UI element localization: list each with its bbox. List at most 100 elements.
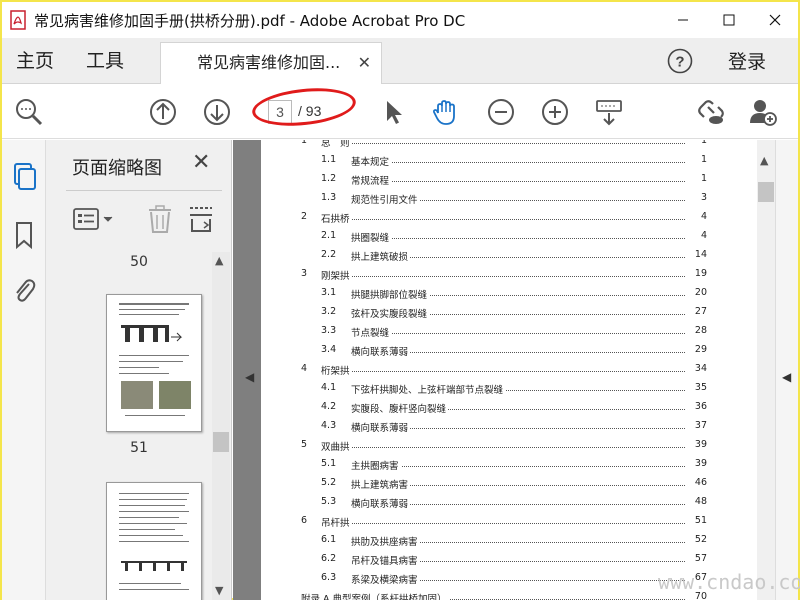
page-thumbnails-icon[interactable] bbox=[11, 162, 37, 192]
toc-entry[interactable]: 3.2 弦杆及实腹段裂缝 27 bbox=[261, 303, 757, 322]
hand-tool-icon[interactable] bbox=[430, 97, 460, 127]
toc-entry[interactable]: 5.3 横向联系薄弱 48 bbox=[261, 493, 757, 512]
toc-entry-page: 57 bbox=[685, 553, 707, 564]
toc-entry[interactable]: 1 总 则 1 bbox=[261, 140, 757, 151]
toc-entry[interactable]: 4.1 下弦杆拱脚处、上弦杆端部节点裂缝 35 bbox=[261, 379, 757, 398]
delete-page-icon[interactable] bbox=[146, 204, 174, 234]
navigation-rail bbox=[2, 140, 46, 600]
toc-entry[interactable]: 2.1 拱圈裂缝 4 bbox=[261, 227, 757, 246]
toc-leader-dots bbox=[351, 181, 693, 182]
next-page-icon[interactable] bbox=[202, 97, 232, 127]
tab-tools[interactable]: 工具 bbox=[86, 38, 124, 84]
toc-entry-title: 吊杆拱 bbox=[321, 515, 352, 529]
doc-scroll-up-arrow-icon[interactable]: ▲ bbox=[760, 154, 768, 167]
document-view[interactable]: ◀ 1总 则 1 1.1 基本规定 1 1.2 常规流程 1 1.3 规范性引用文件 3 2 石拱桥 4 2… bbox=[233, 140, 798, 600]
toc-entry-number: 3 bbox=[301, 268, 308, 279]
toc-entry-title: 刚架拱 bbox=[321, 268, 352, 282]
page-thumbnail-51[interactable] bbox=[106, 294, 202, 432]
toc-entry-page: 4 bbox=[685, 230, 707, 241]
scroll-down-arrow-icon[interactable]: ▼ bbox=[215, 584, 223, 597]
toc-entry[interactable]: 3 刚架拱 19 bbox=[261, 265, 757, 284]
bookmarks-icon[interactable] bbox=[11, 220, 37, 250]
thumbnails-scrollbar[interactable] bbox=[212, 252, 230, 600]
page-thumbnail-52[interactable] bbox=[106, 482, 202, 600]
select-cursor-icon[interactable] bbox=[378, 97, 408, 127]
close-icon[interactable] bbox=[752, 2, 798, 38]
toc-entry-page: 35 bbox=[685, 382, 707, 393]
toc-entry[interactable]: 3.1 拱腿拱脚部位裂缝 20 bbox=[261, 284, 757, 303]
toc-entry[interactable]: 1.3 规范性引用文件 3 bbox=[261, 189, 757, 208]
doc-scroll-thumb[interactable] bbox=[758, 182, 774, 202]
toc-entry[interactable]: 1.2 常规流程 1 bbox=[261, 170, 757, 189]
toc-entry-title: 横向联系薄弱 bbox=[351, 344, 411, 358]
toc-entry[interactable]: 2.2 拱上建筑破损 14 bbox=[261, 246, 757, 265]
toc-entry[interactable]: 4 桁架拱 34 bbox=[261, 360, 757, 379]
thumbnails-scroll-thumb[interactable] bbox=[213, 432, 229, 452]
login-button[interactable]: 登录 bbox=[728, 38, 766, 86]
close-tab-icon[interactable]: ✕ bbox=[358, 43, 371, 83]
toc-entry-number: 5 bbox=[301, 439, 308, 450]
toc-entry[interactable]: 4.3 横向联系薄弱 37 bbox=[261, 417, 757, 436]
extract-pages-icon[interactable] bbox=[186, 204, 216, 234]
toc-entry-number: 4.3 bbox=[321, 420, 337, 431]
toc-entry-number: 4 bbox=[301, 363, 308, 374]
toc-entry-page: 19 bbox=[685, 268, 707, 279]
toc-leader-dots bbox=[351, 238, 693, 239]
collapse-left-panel-icon[interactable]: ◀ bbox=[245, 370, 254, 384]
toc-entry-number: 3.1 bbox=[321, 287, 337, 298]
toc-entry-page: 1 bbox=[685, 154, 707, 165]
attachments-icon[interactable] bbox=[11, 276, 37, 306]
toc-entry-title: 拱圈裂缝 bbox=[351, 230, 392, 244]
tab-bar: 主页 工具 常见病害维修加固... ✕ ? 登录 bbox=[2, 38, 798, 84]
toc-entry-page: 34 bbox=[685, 363, 707, 374]
toc-entry[interactable]: 2 石拱桥 4 bbox=[261, 208, 757, 227]
zoom-search-icon[interactable] bbox=[14, 97, 44, 127]
toc-leader-dots bbox=[351, 333, 693, 334]
minimize-icon[interactable] bbox=[660, 2, 706, 38]
toc-entry[interactable]: 3.4 横向联系薄弱 29 bbox=[261, 341, 757, 360]
toc-entry-page: 36 bbox=[685, 401, 707, 412]
toc-leader-dots bbox=[321, 371, 693, 372]
toc-entry[interactable]: 1.1 基本规定 1 bbox=[261, 151, 757, 170]
zoom-in-icon[interactable] bbox=[540, 97, 570, 127]
pdf-page: 1总 则 1 1.1 基本规定 1 1.2 常规流程 1 1.3 规范性引用文件 3 2 石拱桥 4 2.1… bbox=[261, 140, 757, 600]
toc-entry[interactable]: 5.2 拱上建筑病害 46 bbox=[261, 474, 757, 493]
expand-right-panel-icon[interactable]: ◀ bbox=[782, 370, 791, 384]
toc-entry[interactable]: 6 吊杆拱 51 bbox=[261, 512, 757, 531]
share-link-icon[interactable] bbox=[696, 97, 726, 127]
add-user-icon[interactable] bbox=[748, 97, 778, 127]
toc-entry-page: 20 bbox=[685, 287, 707, 298]
page-highlight-annotation bbox=[250, 83, 358, 131]
tab-document[interactable]: 常见病害维修加固... ✕ bbox=[160, 42, 382, 84]
toc-entry-page: 51 bbox=[685, 515, 707, 526]
keyboard-scroll-icon[interactable] bbox=[594, 97, 624, 127]
help-icon[interactable]: ? bbox=[666, 47, 694, 75]
toc-leader-dots bbox=[351, 162, 693, 163]
toc-entry-number: 1.2 bbox=[321, 173, 337, 184]
toc-entry-title: 常规流程 bbox=[351, 173, 392, 187]
toc-entry[interactable]: 5.1 主拱圈病害 39 bbox=[261, 455, 757, 474]
toc-entry[interactable]: 4.2 实腹段、腹杆竖向裂缝 36 bbox=[261, 398, 757, 417]
toc-entry[interactable]: 5 双曲拱 39 bbox=[261, 436, 757, 455]
toc-entry[interactable]: 6.1 拱肋及拱座病害 52 bbox=[261, 531, 757, 550]
close-panel-icon[interactable]: ✕ bbox=[192, 150, 210, 175]
svg-text:?: ? bbox=[675, 54, 684, 71]
maximize-icon[interactable] bbox=[706, 2, 752, 38]
panel-title: 页面缩略图 bbox=[72, 158, 162, 179]
previous-page-icon[interactable] bbox=[148, 97, 178, 127]
scroll-up-arrow-icon[interactable]: ▲ bbox=[215, 254, 223, 267]
toc-entry-page: 52 bbox=[685, 534, 707, 545]
toc-entry[interactable]: 3.3 节点裂缝 28 bbox=[261, 322, 757, 341]
toc-entry-number: 5.1 bbox=[321, 458, 337, 469]
toc-entry-title: 基本规定 bbox=[351, 154, 392, 168]
document-scrollbar[interactable]: ▲ bbox=[757, 140, 775, 600]
toc-entry[interactable]: 6.2 吊杆及锚具病害 57 bbox=[261, 550, 757, 569]
toc-entry-number: 1.3 bbox=[321, 192, 337, 203]
toc-entry-title: 横向联系薄弱 bbox=[351, 496, 411, 510]
zoom-out-icon[interactable] bbox=[486, 97, 516, 127]
toc-entry-title: 双曲拱 bbox=[321, 439, 352, 453]
toc-entry-title: 横向联系薄弱 bbox=[351, 420, 411, 434]
thumbnail-options-icon[interactable] bbox=[72, 204, 118, 234]
toc-entry-page: 14 bbox=[685, 249, 707, 260]
tab-home[interactable]: 主页 bbox=[16, 38, 54, 84]
